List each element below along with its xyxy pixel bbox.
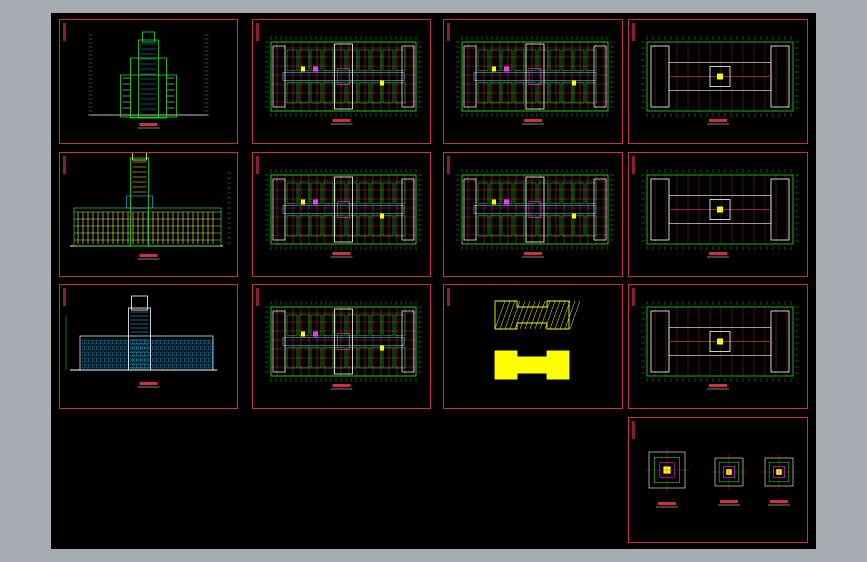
roof-plan-drawing: [641, 169, 799, 258]
sheet-node-details[interactable]: [628, 417, 808, 543]
sheet-roof-plan-1[interactable]: [628, 19, 808, 144]
sheet-floor-plan-1[interactable]: [252, 19, 431, 144]
front-elevation-drawing: [65, 295, 217, 388]
floor-plan-drawing: [265, 301, 422, 390]
sheet-floor-plan-3[interactable]: [252, 152, 431, 277]
sheet-floor-plan-2[interactable]: [443, 19, 623, 144]
long-elevation-drawing: [70, 153, 231, 260]
sheet-floor-plan-4[interactable]: [443, 152, 623, 277]
details-drawing: [645, 448, 797, 508]
sheet-floor-plan-5[interactable]: [252, 284, 431, 409]
sheet-section-details[interactable]: [443, 284, 623, 409]
sheet-side-elevation[interactable]: [59, 19, 238, 144]
cad-drawing-canvas[interactable]: [51, 13, 816, 549]
sheet-roof-plan-3[interactable]: [628, 284, 808, 409]
floor-plan-drawing: [265, 36, 422, 125]
sheet-front-elevation[interactable]: [59, 284, 238, 409]
sections-drawing: [494, 300, 581, 380]
roof-plan-drawing: [641, 301, 799, 390]
tower-elevation-drawing: [88, 31, 209, 129]
floor-plan-drawing: [456, 36, 614, 125]
sheet-rear-elevation[interactable]: [59, 152, 238, 277]
floor-plan-drawing: [456, 169, 614, 258]
sheet-roof-plan-2[interactable]: [628, 152, 808, 277]
floor-plan-drawing: [265, 169, 422, 258]
roof-plan-drawing: [641, 36, 799, 125]
